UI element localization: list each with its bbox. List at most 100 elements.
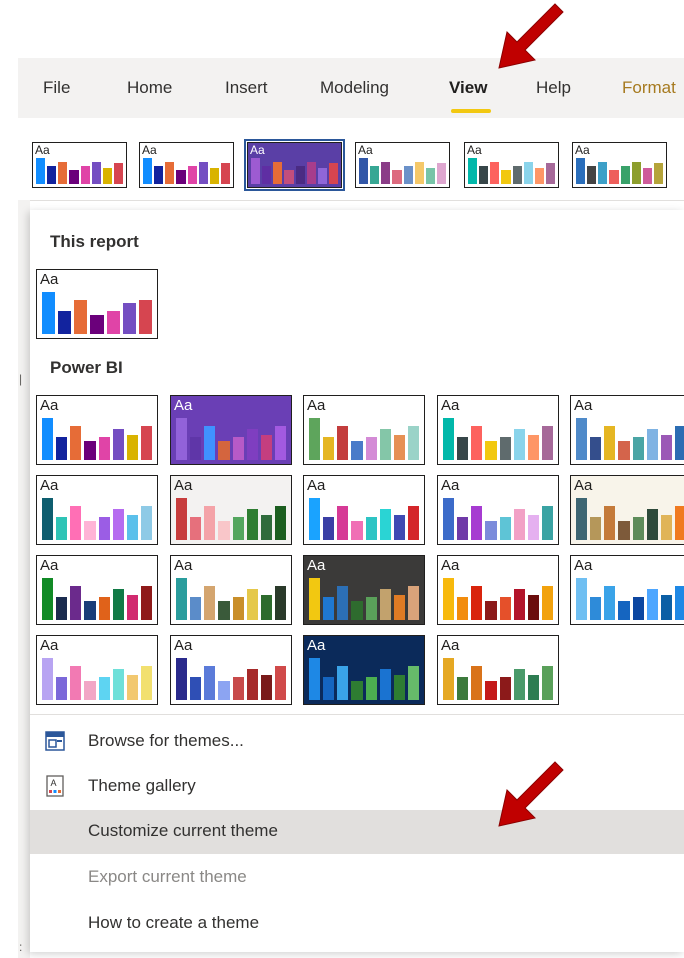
this-report-theme-thumb[interactable]: Aa — [36, 269, 158, 339]
power-bi-theme-thumb[interactable]: Aa — [437, 395, 559, 465]
theme-color-bar — [381, 161, 391, 184]
theme-color-bar — [106, 310, 120, 334]
theme-color-bar — [660, 514, 672, 540]
theme-color-bar — [260, 674, 272, 700]
theme-color-bar — [499, 436, 511, 460]
theme-color-bar — [471, 666, 483, 700]
theme-color-bar — [590, 516, 602, 540]
theme-color-bar — [545, 163, 555, 184]
tab-file[interactable]: File — [43, 78, 70, 98]
theme-color-bar — [443, 578, 455, 620]
how-to-create-theme-item[interactable]: How to create a theme — [30, 902, 684, 946]
theme-color-bar — [84, 521, 96, 540]
theme-color-bar — [204, 586, 216, 620]
power-bi-theme-thumb[interactable]: Aa — [303, 635, 425, 705]
theme-thumb-bars — [36, 158, 123, 184]
export-current-theme-label: Export current theme — [88, 867, 247, 886]
power-bi-theme-thumb[interactable]: Aa — [36, 395, 158, 465]
tab-view[interactable]: View — [449, 78, 487, 98]
theme-color-bar — [112, 428, 124, 460]
theme-color-bar — [337, 506, 349, 540]
theme-color-bar — [176, 498, 188, 540]
theme-color-bar — [365, 676, 377, 700]
theme-thumb-label: Aa — [250, 143, 265, 157]
theme-color-bar — [58, 161, 68, 184]
theme-color-bar — [70, 666, 82, 700]
theme-gallery-item[interactable]: A Theme gallery — [30, 765, 684, 809]
theme-color-bar — [576, 578, 588, 620]
theme-color-bar — [143, 158, 153, 184]
power-bi-theme-thumb[interactable]: Aa — [36, 475, 158, 545]
theme-color-bar — [260, 594, 272, 620]
power-bi-theme-thumb[interactable]: Aa — [170, 555, 292, 625]
ribbon-theme-thumb[interactable]: Aa — [139, 142, 234, 188]
theme-color-bar — [479, 165, 489, 184]
power-bi-theme-thumb[interactable]: Aa — [570, 475, 684, 545]
theme-color-bar — [407, 666, 419, 700]
theme-color-bar — [154, 165, 164, 184]
theme-thumb-label: Aa — [441, 637, 460, 654]
theme-color-bar — [632, 436, 644, 460]
theme-thumb-label: Aa — [40, 271, 59, 288]
theme-thumb-bars — [443, 658, 553, 700]
ribbon-theme-thumb[interactable]: Aa — [355, 142, 450, 188]
theme-thumb-bars — [468, 158, 555, 184]
theme-thumb-bars — [176, 658, 286, 700]
power-bi-theme-thumb[interactable]: Aa — [170, 635, 292, 705]
theme-color-bar — [485, 681, 497, 700]
this-report-heading: This report — [50, 232, 139, 251]
theme-thumb-label: Aa — [467, 143, 482, 157]
export-current-theme-item[interactable]: Export current theme — [30, 856, 684, 900]
power-bi-theme-thumb[interactable]: Aa — [303, 475, 425, 545]
theme-color-bar — [204, 426, 216, 460]
ribbon-theme-thumb[interactable]: Aa — [572, 142, 667, 188]
customize-current-theme-item[interactable]: Customize current theme — [30, 810, 684, 854]
theme-thumb-bars — [42, 292, 152, 334]
ribbon-theme-thumb[interactable]: Aa — [32, 142, 127, 188]
theme-color-bar — [457, 596, 469, 620]
power-bi-theme-thumb[interactable]: Aa — [570, 555, 684, 625]
tab-format[interactable]: Format — [622, 78, 676, 98]
ribbon-theme-thumb[interactable]: Aa — [244, 139, 345, 191]
power-bi-theme-thumb[interactable]: Aa — [570, 395, 684, 465]
theme-thumb-bars — [42, 658, 152, 700]
theme-thumb-bars — [42, 498, 152, 540]
power-bi-theme-thumb[interactable]: Aa — [170, 395, 292, 465]
power-bi-theme-thumb[interactable]: Aa — [36, 555, 158, 625]
power-bi-theme-thumb[interactable]: Aa — [437, 635, 559, 705]
theme-color-bar — [604, 506, 616, 540]
power-bi-theme-thumb[interactable]: Aa — [437, 475, 559, 545]
theme-color-bar — [309, 498, 321, 540]
theme-color-bar — [140, 506, 152, 540]
tab-home[interactable]: Home — [127, 78, 172, 98]
power-bi-theme-thumb[interactable]: Aa — [303, 395, 425, 465]
theme-color-bar — [653, 163, 663, 184]
tab-insert[interactable]: Insert — [225, 78, 268, 98]
theme-color-bar — [513, 588, 525, 620]
theme-color-bar — [165, 161, 175, 184]
power-bi-theme-thumb[interactable]: Aa — [303, 555, 425, 625]
ribbon-theme-thumb[interactable]: Aa — [464, 142, 559, 188]
theme-color-bar — [176, 578, 188, 620]
power-bi-theme-thumb[interactable]: Aa — [170, 475, 292, 545]
theme-color-bar — [138, 300, 152, 334]
theme-color-bar — [407, 506, 419, 540]
theme-color-bar — [190, 516, 202, 540]
theme-color-bar — [218, 601, 230, 620]
theme-color-bar — [140, 426, 152, 460]
theme-color-bar — [58, 310, 72, 334]
theme-color-bar — [69, 169, 79, 184]
theme-color-bar — [84, 681, 96, 700]
theme-color-bar — [232, 596, 244, 620]
power-bi-theme-thumb[interactable]: Aa — [36, 635, 158, 705]
tab-help[interactable]: Help — [536, 78, 571, 98]
theme-color-bar — [618, 441, 630, 460]
theme-color-bar — [328, 163, 338, 184]
tab-modeling[interactable]: Modeling — [320, 78, 389, 98]
theme-color-bar — [660, 434, 672, 460]
theme-color-bar — [42, 578, 54, 620]
theme-color-bar — [209, 168, 219, 184]
theme-thumb-bars — [576, 158, 663, 184]
browse-for-themes-item[interactable]: Browse for themes... — [30, 720, 684, 764]
power-bi-theme-thumb[interactable]: Aa — [437, 555, 559, 625]
